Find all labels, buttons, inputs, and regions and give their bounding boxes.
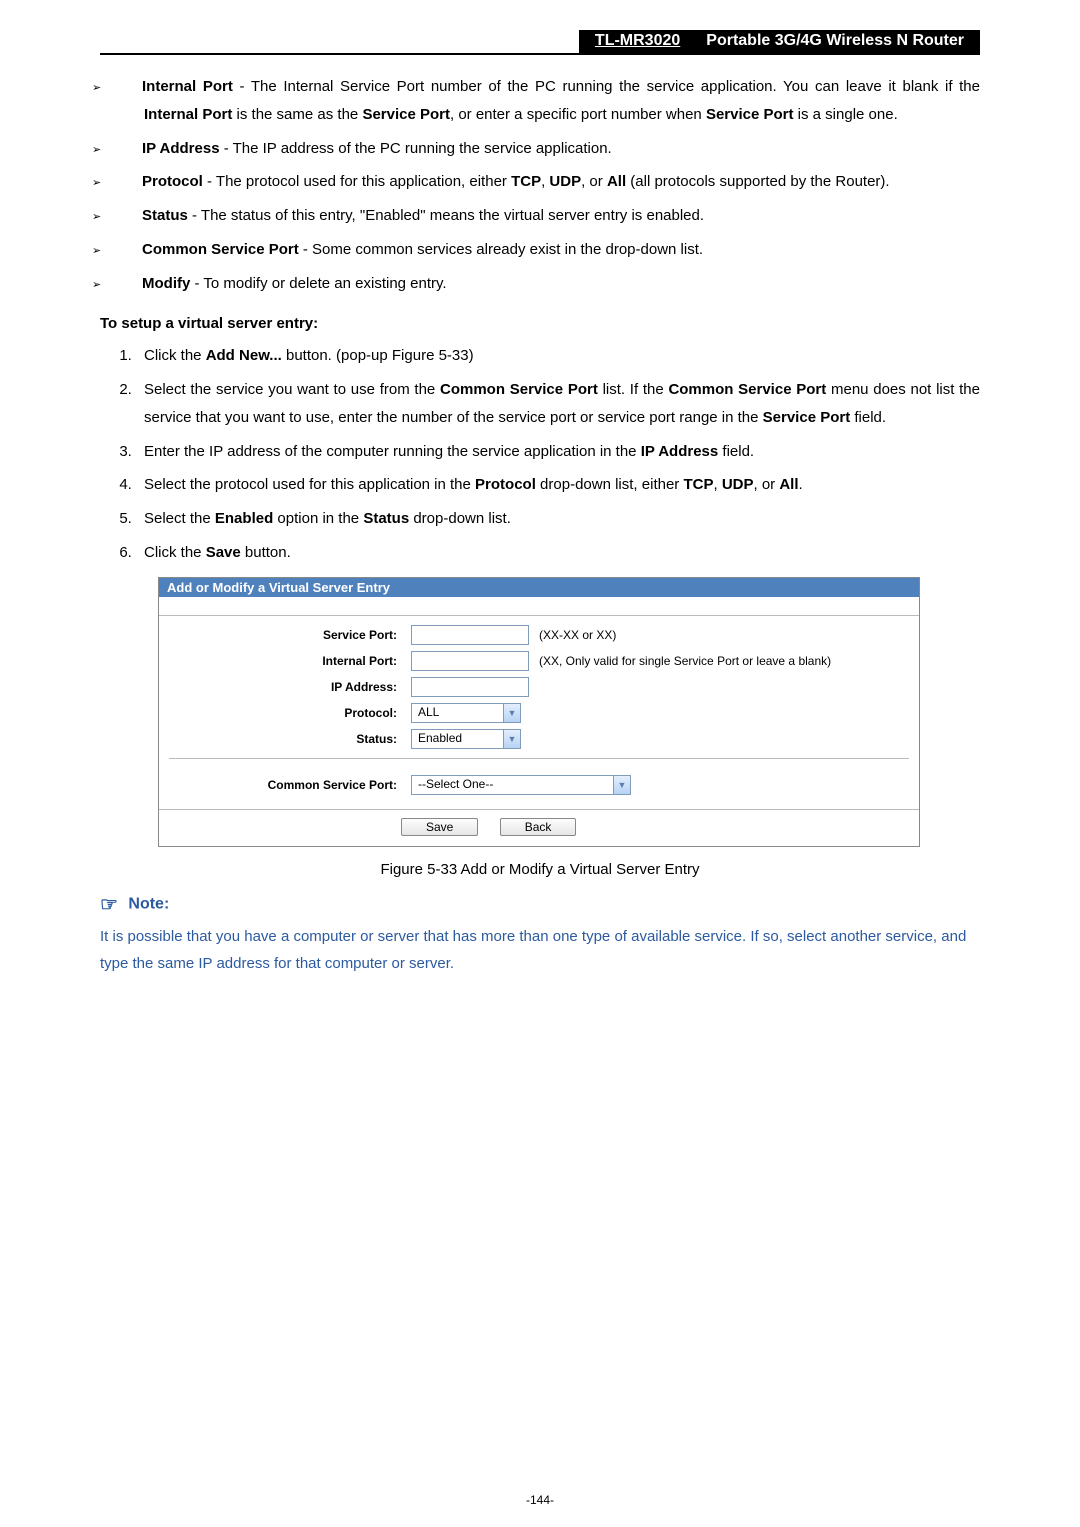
row-service-port: Service Port: (XX-XX or XX) <box>169 622 909 648</box>
bullet-common-service-port: Common Service Port - Some common servic… <box>118 236 980 264</box>
step-4: Select the protocol used for this applic… <box>136 471 980 499</box>
select-status[interactable]: Enabled ▼ <box>411 729 521 749</box>
figure-panel: Add or Modify a Virtual Server Entry Ser… <box>158 577 920 847</box>
page-container: TL-MR3020 Portable 3G/4G Wireless N Rout… <box>0 0 1080 1527</box>
label-service-port: Service Port: <box>169 628 411 642</box>
bullet-status: Status - The status of this entry, "Enab… <box>118 202 980 230</box>
select-protocol-value: ALL <box>412 704 503 722</box>
header-model: TL-MR3020 <box>579 30 696 53</box>
note-body: It is possible that you have a computer … <box>100 923 980 979</box>
step-5: Select the Enabled option in the Status … <box>136 505 980 533</box>
bullet-protocol: Protocol - The protocol used for this ap… <box>118 168 980 196</box>
bullet-text: - To modify or delete an existing entry. <box>195 275 447 292</box>
row-status: Status: Enabled ▼ <box>169 726 909 752</box>
setup-heading: To setup a virtual server entry: <box>100 315 980 332</box>
bullet-ip-address: IP Address - The IP address of the PC ru… <box>118 135 980 163</box>
bullet-text: - The status of this entry, "Enabled" me… <box>192 207 704 224</box>
hint-service-port: (XX-XX or XX) <box>539 628 616 642</box>
row-ip-address: IP Address: <box>169 674 909 700</box>
input-internal-port[interactable] <box>411 651 529 671</box>
label-ip-address: IP Address: <box>169 680 411 694</box>
chevron-down-icon: ▼ <box>503 704 520 722</box>
input-service-port[interactable] <box>411 625 529 645</box>
figure-buttons: Save Back <box>159 810 919 846</box>
select-common-service-port[interactable]: --Select One-- ▼ <box>411 775 631 795</box>
bullet-text: - The Internal Service Port number of th… <box>144 78 980 123</box>
note-label: Note: <box>128 895 169 912</box>
step-3: Enter the IP address of the computer run… <box>136 438 980 466</box>
select-protocol[interactable]: ALL ▼ <box>411 703 521 723</box>
label-status: Status: <box>169 732 411 746</box>
back-button[interactable]: Back <box>500 818 577 836</box>
input-ip-address[interactable] <box>411 677 529 697</box>
select-status-value: Enabled <box>412 730 503 748</box>
figure-caption: Figure 5-33 Add or Modify a Virtual Serv… <box>100 861 980 878</box>
setup-steps: Click the Add New... button. (pop-up Fig… <box>100 342 980 566</box>
hand-point-icon: ☞ <box>100 894 118 916</box>
row-common-service-port: Common Service Port: --Select One-- ▼ <box>169 765 909 805</box>
definition-list: Internal Port - The Internal Service Por… <box>118 73 980 297</box>
chevron-down-icon: ▼ <box>503 730 520 748</box>
row-internal-port: Internal Port: (XX, Only valid for singl… <box>169 648 909 674</box>
bullet-internal-port: Internal Port - The Internal Service Por… <box>118 73 980 129</box>
page-header: TL-MR3020 Portable 3G/4G Wireless N Rout… <box>100 30 980 55</box>
chevron-down-icon: ▼ <box>613 776 630 794</box>
note-heading: ☞ Note: <box>100 892 980 917</box>
label-common-service-port: Common Service Port: <box>169 778 411 792</box>
hint-internal-port: (XX, Only valid for single Service Port … <box>539 654 831 668</box>
select-csp-value: --Select One-- <box>412 776 613 794</box>
label-internal-port: Internal Port: <box>169 654 411 668</box>
figure-title: Add or Modify a Virtual Server Entry <box>159 578 919 597</box>
row-protocol: Protocol: ALL ▼ <box>169 700 909 726</box>
step-2: Select the service you want to use from … <box>136 376 980 432</box>
step-1: Click the Add New... button. (pop-up Fig… <box>136 342 980 370</box>
bullet-text: - Some common services already exist in … <box>303 241 703 258</box>
bullet-modify: Modify - To modify or delete an existing… <box>118 270 980 298</box>
page-number: -144- <box>0 1493 1080 1507</box>
save-button[interactable]: Save <box>401 818 478 836</box>
bullet-text: - The IP address of the PC running the s… <box>224 140 612 157</box>
header-title: Portable 3G/4G Wireless N Router <box>696 30 980 53</box>
step-6: Click the Save button. <box>136 539 980 567</box>
label-protocol: Protocol: <box>169 706 411 720</box>
bullet-text: - The protocol used for this application… <box>207 173 890 190</box>
